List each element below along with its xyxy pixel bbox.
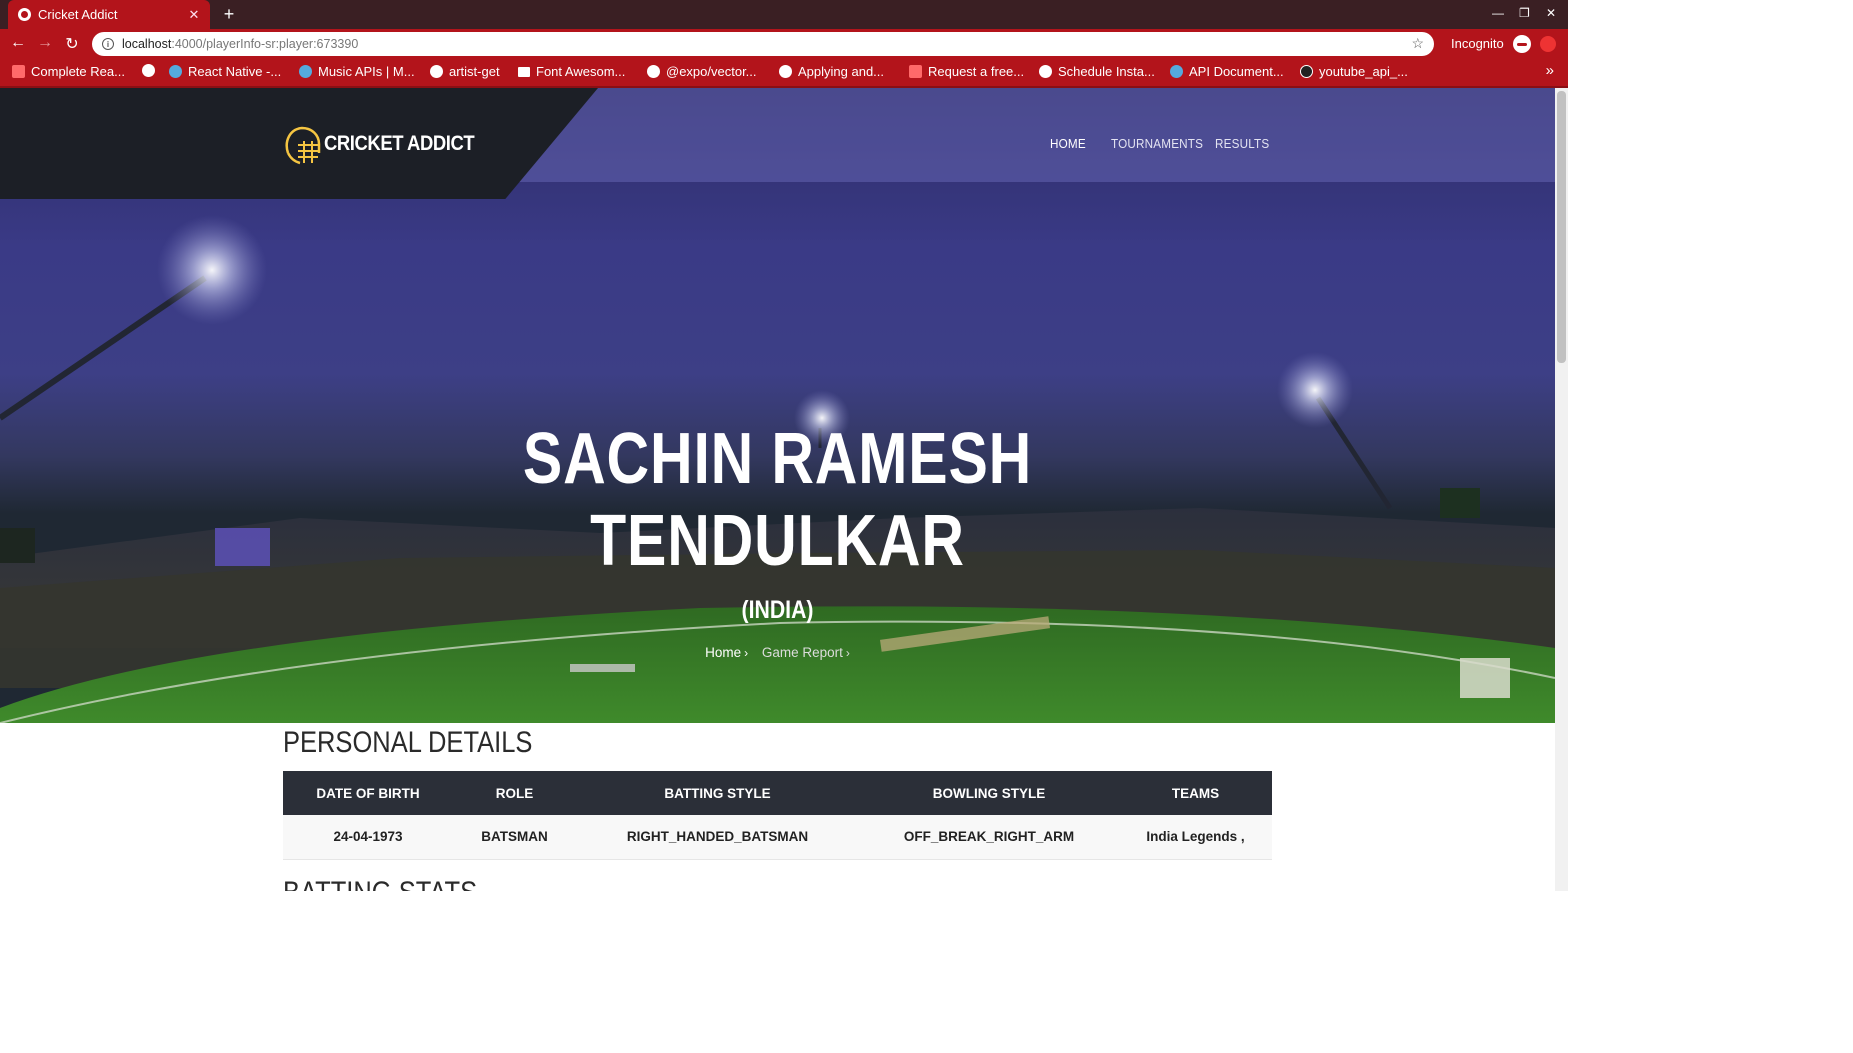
table-row: 24-04-1973 BATSMAN RIGHT_HANDED_BATSMAN … bbox=[283, 815, 1272, 860]
column-header: BOWLING STYLE bbox=[859, 771, 1119, 815]
reload-icon[interactable]: ↻ bbox=[62, 34, 82, 54]
page-viewport: CRICKET ADDICT HOME TOURNAMENTS RESULTS … bbox=[0, 88, 1555, 891]
nav-home[interactable]: HOME bbox=[1050, 136, 1086, 151]
close-window-icon[interactable]: ✕ bbox=[1546, 6, 1556, 20]
nav-results[interactable]: RESULTS bbox=[1215, 136, 1269, 151]
bookmark-favicon-icon bbox=[909, 65, 922, 78]
logo-text: CRICKET ADDICT bbox=[324, 132, 475, 155]
incognito-label: Incognito bbox=[1451, 36, 1504, 51]
bookmark-item[interactable]: Music APIs | M... bbox=[299, 64, 415, 79]
breadcrumb: Home › Game Report › bbox=[0, 645, 1555, 660]
column-header: BATTING STYLE bbox=[576, 771, 859, 815]
minimize-icon[interactable]: — bbox=[1492, 6, 1504, 20]
site-favicon-icon bbox=[18, 8, 31, 21]
chevron-right-icon: › bbox=[744, 646, 749, 660]
bookmark-item[interactable]: artist-get bbox=[430, 64, 500, 79]
bookmark-star-icon[interactable]: ☆ bbox=[1411, 35, 1424, 52]
back-arrow-icon[interactable]: ← bbox=[8, 34, 28, 52]
github-icon bbox=[1300, 65, 1313, 78]
more-bookmarks-icon[interactable]: » bbox=[1546, 62, 1554, 79]
browser-toolbar: ← → ↻ i localhost:4000/playerInfo-sr:pla… bbox=[0, 29, 1568, 59]
cricket-helmet-icon bbox=[285, 126, 321, 165]
table-cell: 24-04-1973 bbox=[283, 815, 453, 860]
globe-icon bbox=[1039, 65, 1052, 78]
bookmark-item[interactable]: Request a free... bbox=[909, 64, 1024, 79]
bookmarks-bar: Complete Rea... React Native -... Music … bbox=[0, 59, 1568, 86]
player-name-line2: TENDULKAR bbox=[590, 501, 965, 581]
player-name: SACHIN RAMESH TENDULKAR bbox=[140, 418, 1415, 582]
breadcrumb-home[interactable]: Home › bbox=[705, 645, 748, 660]
browser-tab[interactable]: Cricket Addict ✕ bbox=[8, 0, 210, 29]
bookmark-item[interactable]: React Native -... bbox=[169, 64, 281, 79]
column-header: TEAMS bbox=[1119, 771, 1272, 815]
column-header: ROLE bbox=[453, 771, 576, 815]
expo-icon bbox=[647, 65, 660, 78]
globe-icon bbox=[430, 65, 443, 78]
close-tab-icon[interactable]: ✕ bbox=[184, 7, 204, 23]
url-host: localhost bbox=[122, 37, 172, 51]
table-cell: RIGHT_HANDED_BATSMAN bbox=[576, 815, 859, 860]
batting-stats-heading: BATTING STATS bbox=[283, 876, 477, 891]
site-info-icon[interactable]: i bbox=[102, 38, 114, 50]
restore-icon[interactable]: ❐ bbox=[1519, 6, 1530, 20]
tab-title: Cricket Addict bbox=[38, 7, 118, 22]
bookmark-item[interactable]: Schedule Insta... bbox=[1039, 64, 1155, 79]
table-cell: OFF_BREAK_RIGHT_ARM bbox=[859, 815, 1119, 860]
extension-icon[interactable] bbox=[1540, 36, 1556, 52]
globe-icon bbox=[142, 64, 155, 77]
api-icon bbox=[1170, 65, 1183, 78]
incognito-icon[interactable] bbox=[1513, 35, 1531, 53]
bookmark-item[interactable]: API Document... bbox=[1170, 64, 1284, 79]
personal-details-heading: PERSONAL DETAILS bbox=[283, 726, 533, 759]
table-header-row: DATE OF BIRTH ROLE BATTING STYLE BOWLING… bbox=[283, 771, 1272, 815]
personal-details-table: DATE OF BIRTH ROLE BATTING STYLE BOWLING… bbox=[283, 771, 1272, 860]
nav-band bbox=[500, 88, 1555, 182]
bookmark-item[interactable]: youtube_api_... bbox=[1300, 64, 1408, 79]
tab-strip: Cricket Addict ✕ + — ❐ ✕ bbox=[0, 0, 1568, 29]
player-country: (INDIA) bbox=[741, 596, 814, 624]
bookmark-item[interactable]: @expo/vector... bbox=[647, 64, 757, 79]
player-name-line1: SACHIN RAMESH bbox=[522, 419, 1033, 499]
bookmark-item[interactable] bbox=[142, 64, 161, 77]
table-cell: BATSMAN bbox=[453, 815, 576, 860]
bookmark-item[interactable]: Applying and... bbox=[779, 64, 884, 79]
breadcrumb-game-report[interactable]: Game Report › bbox=[762, 645, 850, 660]
react-icon bbox=[169, 65, 182, 78]
bookmark-favicon-icon bbox=[12, 65, 25, 78]
new-tab-icon[interactable]: + bbox=[220, 4, 238, 25]
bookmark-item[interactable]: Complete Rea... bbox=[12, 64, 125, 79]
column-header: DATE OF BIRTH bbox=[283, 771, 453, 815]
nav-tournaments[interactable]: TOURNAMENTS bbox=[1111, 136, 1203, 151]
chevron-right-icon: › bbox=[845, 646, 850, 660]
site-logo[interactable]: CRICKET ADDICT bbox=[282, 123, 495, 165]
page-scrollbar[interactable] bbox=[1555, 88, 1568, 891]
address-bar[interactable]: i localhost:4000/playerInfo-sr:player:67… bbox=[92, 32, 1434, 56]
forward-arrow-icon[interactable]: → bbox=[35, 34, 55, 52]
url-path: :4000/playerInfo-sr:player:673390 bbox=[171, 37, 359, 51]
table-cell: India Legends , bbox=[1119, 815, 1272, 860]
flag-icon bbox=[518, 66, 530, 77]
bookmark-item[interactable]: Font Awesom... bbox=[518, 64, 625, 79]
wordpress-icon bbox=[299, 65, 312, 78]
hero-banner: CRICKET ADDICT HOME TOURNAMENTS RESULTS … bbox=[0, 88, 1555, 723]
scrollbar-thumb[interactable] bbox=[1557, 91, 1566, 363]
globe-icon bbox=[779, 65, 792, 78]
